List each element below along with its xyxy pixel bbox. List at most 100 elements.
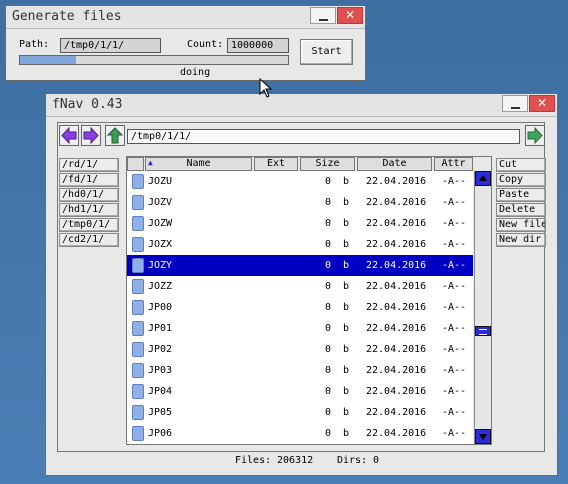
column-header-attr[interactable]: Attr bbox=[434, 157, 473, 171]
file-row[interactable]: JOZV 0 b 22.04.2016 -A-- bbox=[127, 192, 473, 213]
file-attributes: -A-- bbox=[442, 323, 467, 334]
file-name: JOZY bbox=[148, 260, 173, 271]
file-size-unit: b bbox=[343, 197, 350, 208]
file-size: 0 bbox=[324, 260, 331, 271]
file-row[interactable]: JP06 0 b 22.04.2016 -A-- bbox=[127, 423, 473, 444]
forward-button[interactable] bbox=[81, 125, 101, 146]
new-dir-button[interactable]: New dir bbox=[496, 233, 546, 247]
fnav-title: fNav 0.43 bbox=[52, 97, 123, 112]
file-attributes: -A-- bbox=[442, 365, 467, 376]
file-icon bbox=[132, 426, 144, 441]
file-icon bbox=[132, 237, 144, 252]
file-size: 0 bbox=[324, 281, 331, 292]
file-size-unit: b bbox=[343, 344, 350, 355]
file-row[interactable]: JP04 0 b 22.04.2016 -A-- bbox=[127, 381, 473, 402]
file-icon bbox=[132, 195, 144, 210]
progress-bar bbox=[19, 55, 289, 65]
file-attributes: -A-- bbox=[442, 407, 467, 418]
file-date: 22.04.2016 bbox=[366, 260, 427, 271]
file-row[interactable]: JOZX 0 b 22.04.2016 -A-- bbox=[127, 234, 473, 255]
file-size-unit: b bbox=[343, 239, 350, 250]
file-name: JP06 bbox=[148, 428, 173, 439]
file-row[interactable]: JP01 0 b 22.04.2016 -A-- bbox=[127, 318, 473, 339]
arrow-right-icon bbox=[83, 127, 99, 144]
count-label: Count: bbox=[187, 39, 224, 50]
drive-item[interactable]: /tmp0/1/ bbox=[59, 218, 119, 232]
generate-files-title: Generate files bbox=[12, 9, 122, 24]
fnav-titlebar[interactable]: fNav 0.43 ✕ bbox=[46, 94, 557, 117]
file-name: JOZX bbox=[148, 239, 173, 250]
column-header-name[interactable]: ▲ Name bbox=[145, 157, 252, 171]
file-row-selected[interactable]: JOZY 0 b 22.04.2016 -A-- bbox=[127, 255, 473, 276]
drive-item[interactable]: /fd/1/ bbox=[59, 173, 119, 187]
go-button[interactable] bbox=[525, 125, 545, 146]
paste-button[interactable]: Paste bbox=[496, 188, 546, 202]
file-list-scrollbar[interactable] bbox=[474, 171, 491, 444]
column-header-ext[interactable]: Ext bbox=[254, 157, 298, 171]
file-name: JP01 bbox=[148, 323, 173, 334]
file-row[interactable]: JP02 0 b 22.04.2016 -A-- bbox=[127, 339, 473, 360]
file-date: 22.04.2016 bbox=[366, 197, 427, 208]
drive-item[interactable]: /hd0/1/ bbox=[59, 188, 119, 202]
column-header-date[interactable]: Date bbox=[357, 157, 432, 171]
generate-files-titlebar[interactable]: Generate files ✕ bbox=[6, 6, 365, 29]
path-input[interactable]: /tmp0/1/1/ bbox=[60, 38, 161, 53]
current-path-input[interactable]: /tmp0/1/1/ bbox=[127, 129, 520, 144]
file-size-unit: b bbox=[343, 218, 350, 229]
file-row[interactable]: JOZW 0 b 22.04.2016 -A-- bbox=[127, 213, 473, 234]
file-size-unit: b bbox=[343, 323, 350, 334]
fnav-minimize-button[interactable] bbox=[502, 95, 528, 112]
file-date: 22.04.2016 bbox=[366, 239, 427, 250]
file-row[interactable]: JOZU 0 b 22.04.2016 -A-- bbox=[127, 171, 473, 192]
new-file-button[interactable]: New file bbox=[496, 218, 546, 232]
file-row[interactable]: JP00 0 b 22.04.2016 -A-- bbox=[127, 297, 473, 318]
file-attributes: -A-- bbox=[442, 260, 467, 271]
file-size-unit: b bbox=[343, 302, 350, 313]
status-dirs-label: Dirs: bbox=[337, 455, 368, 466]
file-size-unit: b bbox=[343, 176, 350, 187]
scroll-thumb[interactable] bbox=[475, 325, 491, 336]
column-header-size[interactable]: Size bbox=[300, 157, 355, 171]
file-row[interactable]: JP05 0 b 22.04.2016 -A-- bbox=[127, 402, 473, 423]
back-button[interactable] bbox=[59, 125, 79, 146]
column-header-name-label: Name bbox=[186, 158, 211, 169]
generate-files-close-button[interactable]: ✕ bbox=[337, 7, 363, 24]
generate-files-minimize-button[interactable] bbox=[310, 7, 336, 24]
file-row[interactable]: JP03 0 b 22.04.2016 -A-- bbox=[127, 360, 473, 381]
file-date: 22.04.2016 bbox=[366, 302, 427, 313]
fnav-close-button[interactable]: ✕ bbox=[529, 95, 555, 112]
up-button[interactable] bbox=[105, 125, 125, 146]
file-name: JP05 bbox=[148, 407, 173, 418]
file-size: 0 bbox=[324, 239, 331, 250]
file-date: 22.04.2016 bbox=[366, 365, 427, 376]
file-size: 0 bbox=[324, 344, 331, 355]
file-icon bbox=[132, 405, 144, 420]
file-size-unit: b bbox=[343, 281, 350, 292]
cut-button[interactable]: Cut bbox=[496, 158, 546, 172]
delete-button[interactable]: Delete bbox=[496, 203, 546, 217]
drive-item[interactable]: /hd1/1/ bbox=[59, 203, 119, 217]
drive-item[interactable]: /cd2/1/ bbox=[59, 233, 119, 247]
file-size: 0 bbox=[324, 323, 331, 334]
file-row[interactable]: JOZZ 0 b 22.04.2016 -A-- bbox=[127, 276, 473, 297]
file-size: 0 bbox=[324, 176, 331, 187]
file-icon bbox=[132, 279, 144, 294]
scroll-down-button[interactable] bbox=[475, 429, 491, 444]
file-date: 22.04.2016 bbox=[366, 323, 427, 334]
file-size-unit: b bbox=[343, 365, 350, 376]
file-attributes: -A-- bbox=[442, 239, 467, 250]
count-input[interactable]: 1000000 bbox=[227, 38, 289, 53]
start-button[interactable]: Start bbox=[300, 39, 353, 65]
file-attributes: -A-- bbox=[442, 281, 467, 292]
file-date: 22.04.2016 bbox=[366, 428, 427, 439]
file-name: JP04 bbox=[148, 386, 173, 397]
drive-item[interactable]: /rd/1/ bbox=[59, 158, 119, 172]
file-size-unit: b bbox=[343, 260, 350, 271]
file-date: 22.04.2016 bbox=[366, 386, 427, 397]
copy-button[interactable]: Copy bbox=[496, 173, 546, 187]
go-arrow-icon bbox=[527, 127, 543, 144]
file-attributes: -A-- bbox=[442, 302, 467, 313]
file-size: 0 bbox=[324, 407, 331, 418]
file-attributes: -A-- bbox=[442, 428, 467, 439]
scroll-up-button[interactable] bbox=[475, 171, 491, 186]
